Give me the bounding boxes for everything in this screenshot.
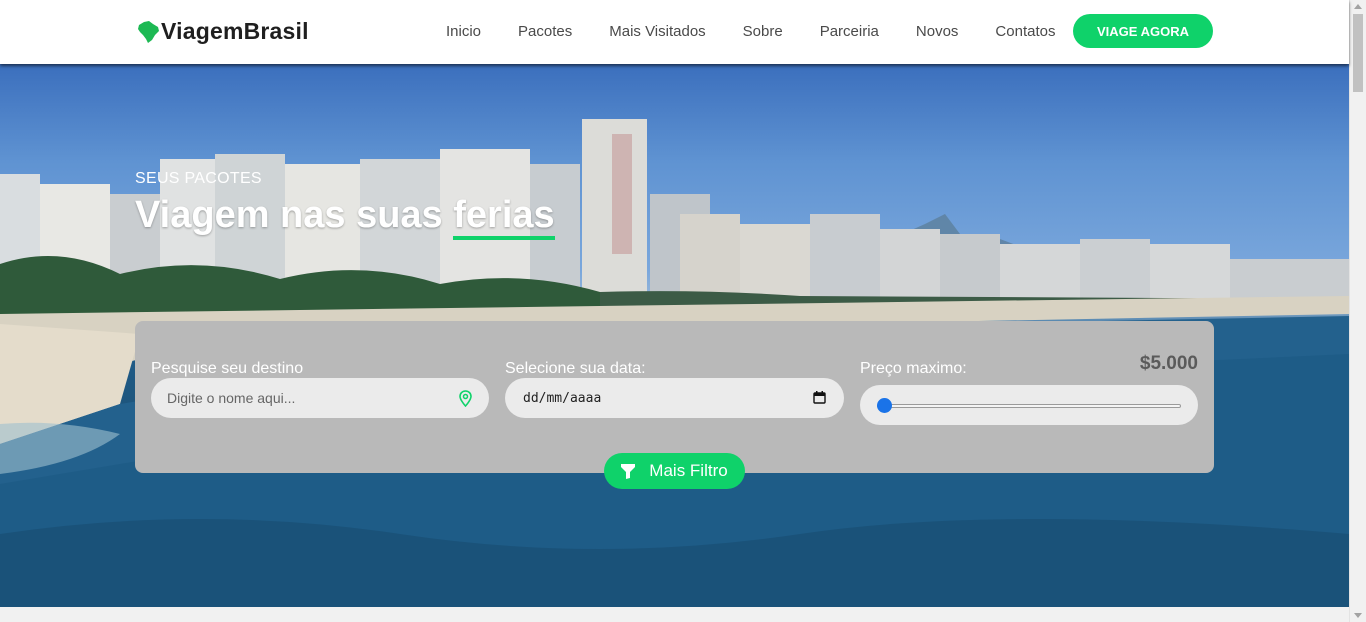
- site-header: ViagemBrasil Inicio Pacotes Mais Visitad…: [0, 0, 1349, 64]
- more-filters-label: Mais Filtro: [649, 461, 728, 480]
- main-nav: Inicio Pacotes Mais Visitados Sobre Parc…: [446, 23, 1092, 40]
- date-label: Selecione sua data:: [505, 360, 646, 377]
- nav-item-sobre[interactable]: Sobre: [743, 23, 783, 40]
- price-slider-thumb[interactable]: [877, 398, 892, 413]
- location-pin-icon: [459, 390, 472, 407]
- brand-logo[interactable]: ViagemBrasil: [136, 18, 309, 45]
- scroll-down-arrow-icon[interactable]: [1354, 613, 1362, 618]
- nav-item-novos[interactable]: Novos: [916, 23, 959, 40]
- hero-section: SEUS PACOTES Viagem nas suas ferias Pesq…: [0, 64, 1349, 607]
- nav-item-pacotes[interactable]: Pacotes: [518, 23, 572, 40]
- price-value: $5.000: [1139, 353, 1198, 374]
- scroll-up-arrow-icon[interactable]: [1354, 4, 1362, 9]
- hero-title-highlight: ferias: [453, 194, 555, 240]
- hero-title: Viagem nas suas ferias: [135, 194, 555, 240]
- price-label: Preço maximo:: [860, 360, 967, 377]
- travel-now-button[interactable]: VIAGE AGORA: [1073, 14, 1213, 48]
- hero-title-prefix: Viagem nas suas: [135, 194, 454, 236]
- page-scrollbar[interactable]: [1349, 0, 1366, 622]
- more-filters-button[interactable]: Mais Filtro: [604, 453, 745, 489]
- date-input-value[interactable]: dd/mm/aaaa: [505, 391, 601, 406]
- scrollbar-thumb[interactable]: [1353, 14, 1363, 92]
- nav-item-parceiria[interactable]: Parceiria: [820, 23, 879, 40]
- destination-label: Pesquise seu destino: [151, 360, 304, 377]
- date-field[interactable]: dd/mm/aaaa: [505, 378, 844, 418]
- nav-item-mais-visitados[interactable]: Mais Visitados: [609, 23, 705, 40]
- search-panel: Pesquise seu destino Selecione sua data:…: [135, 321, 1214, 473]
- calendar-icon[interactable]: [813, 391, 826, 404]
- destination-field[interactable]: [151, 378, 489, 418]
- brazil-map-icon: [138, 20, 159, 43]
- destination-input[interactable]: [151, 390, 489, 406]
- funnel-icon: [621, 463, 636, 479]
- brand-name: ViagemBrasil: [161, 18, 309, 44]
- price-slider-field: [860, 385, 1198, 425]
- nav-item-inicio[interactable]: Inicio: [446, 23, 481, 40]
- hero-subtitle: SEUS PACOTES: [135, 170, 262, 187]
- nav-item-contatos[interactable]: Contatos: [995, 23, 1055, 40]
- price-slider-track[interactable]: [877, 404, 1181, 408]
